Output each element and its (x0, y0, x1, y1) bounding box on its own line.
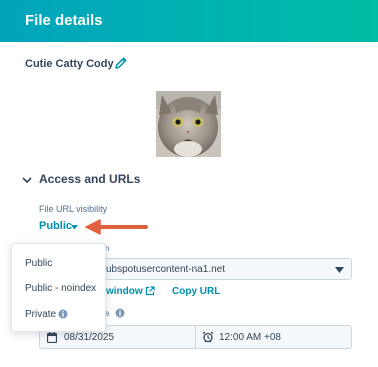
visibility-value: Public (39, 220, 73, 232)
dropdown-option-private[interactable]: Private (25, 309, 56, 320)
caret-down-icon (335, 267, 344, 273)
calendar-icon (47, 332, 57, 343)
copy-url-link[interactable]: Copy URL (172, 286, 220, 297)
domain-select[interactable]: ubspotusercontent-na1.net (80, 258, 352, 280)
chevron-down-icon (22, 177, 32, 184)
expiration-time-input[interactable]: 12:00 AM +08 (196, 325, 352, 349)
annotation-arrow (85, 219, 148, 235)
panel-header: File details (0, 0, 378, 42)
caret-down-icon (71, 225, 78, 230)
external-link-icon[interactable] (145, 286, 155, 296)
file-details-panel: File details Cutie Catty Cody Access and… (0, 0, 378, 367)
visibility-dropdown[interactable]: Public (39, 220, 83, 236)
info-icon (115, 308, 125, 318)
visibility-label: File URL visibility (39, 204, 108, 214)
alarm-clock-icon (202, 331, 214, 343)
section-title: Access and URLs (39, 172, 141, 186)
open-in-new-window-link[interactable]: window (106, 286, 143, 297)
pencil-icon[interactable] (114, 56, 128, 70)
file-name: Cutie Catty Cody (25, 58, 114, 70)
dropdown-option-public-noindex[interactable]: Public - noindex (25, 283, 96, 294)
visibility-dropdown-menu: Public Public - noindex Private (11, 243, 106, 332)
date-value: 08/31/2025 (64, 332, 115, 343)
access-urls-toggle[interactable]: Access and URLs (21, 172, 161, 188)
file-thumbnail (156, 91, 221, 157)
dropdown-option-public[interactable]: Public (25, 258, 52, 269)
domain-value: ubspotusercontent-na1.net (106, 264, 225, 275)
page-title: File details (25, 12, 103, 29)
time-value: 12:00 AM +08 (219, 332, 281, 343)
info-icon (58, 309, 68, 319)
